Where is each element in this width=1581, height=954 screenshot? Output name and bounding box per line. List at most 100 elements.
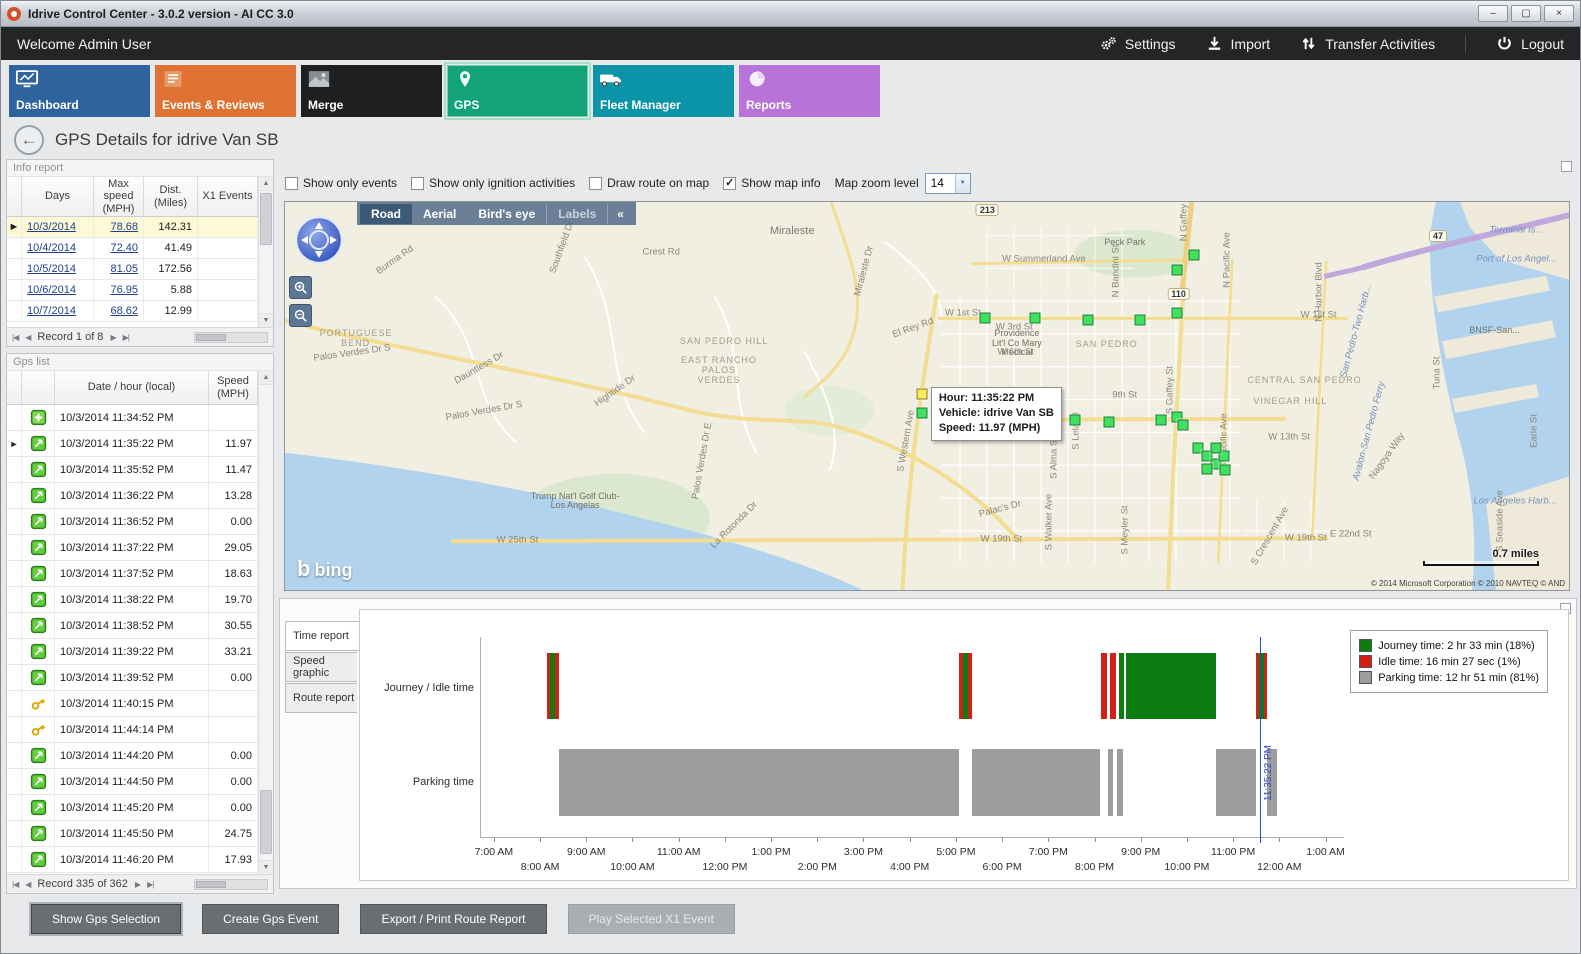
info-report-vscrollbar[interactable]: ▲ ▼ (258, 177, 273, 327)
module-tab-reports[interactable]: Reports (739, 65, 880, 117)
gps-marker[interactable] (1104, 416, 1115, 427)
maximize-button[interactable]: ▢ (1511, 5, 1541, 22)
gps-list-row[interactable]: 10/3/2014 11:38:22 PM19.70 (7, 587, 258, 613)
export-print-route-report-button[interactable]: Export / Print Route Report (360, 904, 546, 934)
map-zoom-in-button[interactable] (289, 276, 312, 299)
checkbox-draw-route-on-map[interactable]: Draw route on map (589, 176, 709, 190)
gps-list-row[interactable]: 10/3/2014 11:35:52 PM11.47 (7, 457, 258, 483)
gps-list-row[interactable]: 10/3/2014 11:40:15 PM (7, 691, 258, 717)
module-tab-merge[interactable]: Merge (301, 65, 442, 117)
gps-list-row[interactable]: 10/3/2014 11:38:52 PM30.55 (7, 613, 258, 639)
info-report-row[interactable]: 10/4/201472.4041.49 (7, 238, 258, 259)
pager-last-button[interactable]: ▶| (123, 333, 129, 342)
gps-list-row[interactable]: 10/3/2014 11:44:14 PM (7, 717, 258, 743)
report-tab-time-report[interactable]: Time report (285, 621, 359, 651)
checkbox-show-only-ignition-activities[interactable]: Show only ignition activities (411, 176, 575, 190)
gps-marker[interactable] (1135, 314, 1146, 325)
map-view-tab-labels[interactable]: Labels (546, 204, 608, 224)
gps-marker[interactable] (1069, 415, 1080, 426)
back-button[interactable]: ← (14, 125, 44, 155)
pager-next-button[interactable]: ▶ (110, 333, 115, 342)
scroll-down-icon[interactable]: ▼ (259, 860, 273, 874)
gps-list-row[interactable]: 10/3/2014 11:34:52 PM (7, 405, 258, 431)
pager-hscrollbar[interactable] (194, 879, 268, 890)
map[interactable]: MiralestePeck ParkW Summerland AveCrest … (284, 201, 1570, 591)
day-link[interactable]: 10/7/2014 (27, 305, 76, 317)
info-report-row[interactable]: ►10/3/201478.68142.31 (7, 217, 258, 238)
module-tab-events[interactable]: Events & Reviews (155, 65, 296, 117)
close-button[interactable]: × (1544, 5, 1574, 22)
create-gps-event-button[interactable]: Create Gps Event (202, 904, 339, 934)
gps-marker[interactable] (1189, 249, 1200, 260)
collapse-map-panel-button[interactable] (1561, 161, 1572, 172)
map-view-tab-bird-s-eye[interactable]: Bird's eye (467, 204, 546, 224)
day-link[interactable]: 10/5/2014 (27, 263, 76, 275)
module-tab-fleet[interactable]: Fleet Manager (593, 65, 734, 117)
day-link[interactable]: 10/4/2014 (27, 242, 76, 254)
gps-marker[interactable] (1177, 419, 1188, 430)
gps-marker[interactable] (1210, 442, 1221, 453)
gps-marker[interactable] (916, 408, 927, 419)
gps-list-row[interactable]: 10/3/2014 11:36:22 PM13.28 (7, 483, 258, 509)
transfer-button[interactable]: Transfer Activities (1300, 35, 1435, 52)
day-link[interactable]: 10/6/2014 (27, 284, 76, 296)
gps-marker[interactable] (1082, 314, 1093, 325)
gps-marker[interactable] (1029, 313, 1040, 324)
gps-list-row[interactable]: ►10/3/2014 11:35:22 PM11.97 (7, 431, 258, 457)
max-speed-link[interactable]: 68.62 (110, 305, 138, 317)
scroll-up-icon[interactable]: ▲ (259, 371, 273, 385)
pager-prev-button[interactable]: ◀ (25, 333, 30, 342)
logout-button[interactable]: Logout (1496, 35, 1564, 52)
gps-list-row[interactable]: 10/3/2014 11:39:22 PM33.21 (7, 639, 258, 665)
max-speed-link[interactable]: 78.68 (110, 221, 138, 233)
column-header[interactable]: Max speed (MPH) (94, 177, 144, 216)
pager-hscrollbar[interactable] (194, 332, 268, 343)
map-compass-control[interactable] (294, 215, 344, 265)
pager-first-button[interactable]: |◀ (12, 880, 18, 889)
info-report-row[interactable]: 10/6/201476.955.88 (7, 280, 258, 301)
gps-list-row[interactable]: 10/3/2014 11:37:22 PM29.05 (7, 535, 258, 561)
gps-list-row[interactable]: 10/3/2014 11:39:52 PM0.00 (7, 665, 258, 691)
module-tab-gps[interactable]: GPS (447, 65, 588, 117)
pager-next-button[interactable]: ▶ (135, 880, 140, 889)
pager-prev-button[interactable]: ◀ (25, 880, 30, 889)
column-header[interactable]: Speed (MPH) (209, 371, 258, 404)
map-view-tab-aerial[interactable]: Aerial (412, 204, 467, 224)
checkbox-show-map-info[interactable]: ✓Show map info (723, 176, 820, 190)
pager-first-button[interactable]: |◀ (12, 333, 18, 342)
column-header[interactable]: X1 Events (198, 177, 258, 216)
gps-marker[interactable] (1172, 264, 1183, 275)
gps-list-row[interactable]: 10/3/2014 11:45:50 PM24.75 (7, 821, 258, 847)
gps-list-row[interactable]: 10/3/2014 11:46:20 PM17.93 (7, 847, 258, 873)
pager-last-button[interactable]: ▶| (147, 880, 153, 889)
gps-list-row[interactable]: 10/3/2014 11:37:52 PM18.63 (7, 561, 258, 587)
gps-marker[interactable] (1172, 307, 1183, 318)
gps-marker[interactable] (1201, 463, 1212, 474)
settings-button[interactable]: Settings (1100, 35, 1176, 52)
gps-marker[interactable] (1219, 465, 1230, 476)
gps-marker[interactable] (979, 313, 990, 324)
gps-list-row[interactable]: 10/3/2014 11:45:20 PM0.00 (7, 795, 258, 821)
import-button[interactable]: Import (1206, 35, 1271, 52)
checkbox-show-only-events[interactable]: Show only events (285, 176, 397, 190)
scroll-down-icon[interactable]: ▼ (259, 313, 273, 327)
info-report-row[interactable]: 10/5/201481.05172.56 (7, 259, 258, 280)
map-tabs-collapse-button[interactable]: « (608, 204, 633, 224)
selected-gps-marker[interactable] (916, 389, 927, 400)
column-header[interactable]: Date / hour (local) (55, 371, 209, 404)
scroll-up-icon[interactable]: ▲ (259, 177, 273, 191)
report-tab-route-report[interactable]: Route report (285, 683, 357, 713)
column-header[interactable]: Dist. (Miles) (144, 177, 198, 216)
info-report-row[interactable]: 10/7/201468.6212.99 (7, 301, 258, 322)
map-zoom-out-button[interactable] (289, 304, 312, 327)
column-header[interactable]: Days (22, 177, 94, 216)
gps-list-row[interactable]: 10/3/2014 11:44:50 PM0.00 (7, 769, 258, 795)
gps-list-row[interactable]: 10/3/2014 11:36:52 PM0.00 (7, 509, 258, 535)
module-tab-dashboard[interactable]: Dashboard (9, 65, 150, 117)
day-link[interactable]: 10/3/2014 (27, 221, 76, 233)
max-speed-link[interactable]: 81.05 (110, 263, 138, 275)
map-view-tab-road[interactable]: Road (360, 204, 412, 224)
max-speed-link[interactable]: 76.95 (110, 284, 138, 296)
report-tab-speed-graphic[interactable]: Speed graphic (285, 652, 357, 682)
gps-list-vscrollbar[interactable]: ▲ ▼ (258, 371, 273, 874)
